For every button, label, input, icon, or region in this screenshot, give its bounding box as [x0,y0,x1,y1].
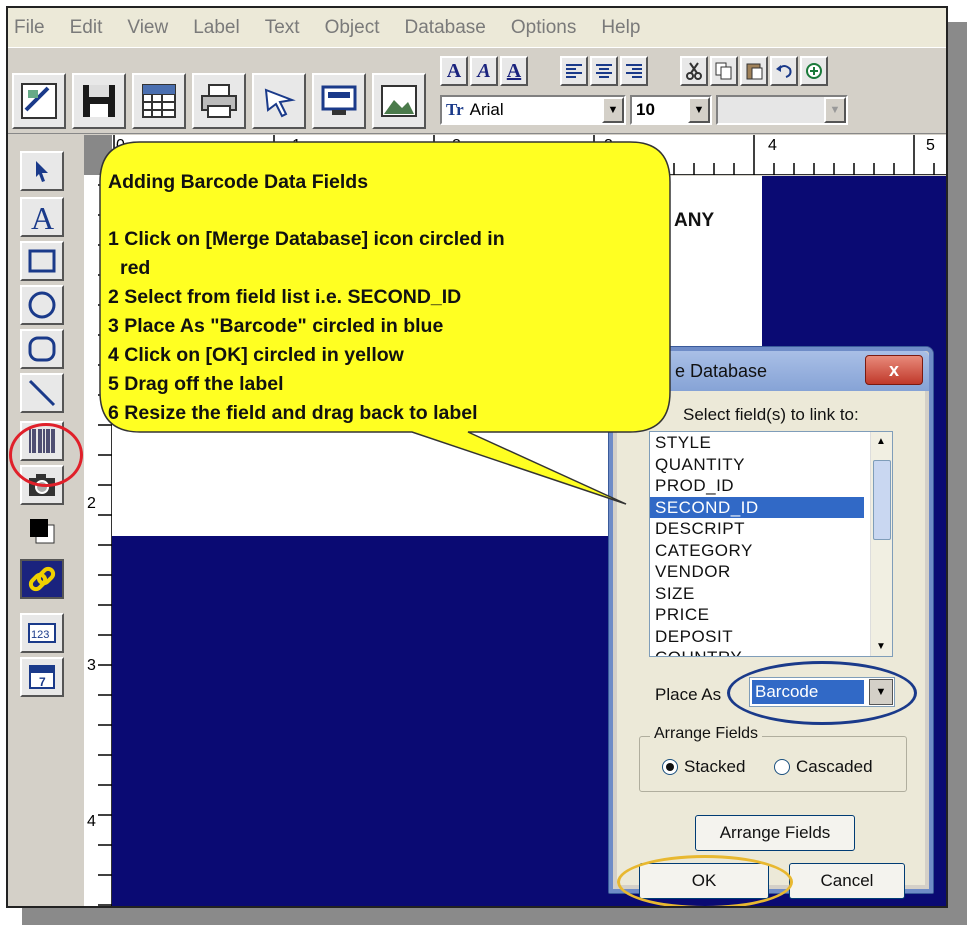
callout-balloon [99,141,671,505]
callout-content: Adding Barcode Data Fields 1 Click on [M… [108,168,668,428]
callout-step-1: 1 Click on [Merge Database] icon circled… [108,228,505,250]
callout-step-4: 4 Click on [OK] circled in yellow [108,344,404,366]
callout-title: Adding Barcode Data Fields [108,171,369,193]
callout-step-5: 5 Drag off the label [108,373,284,395]
callout-step-1-cont: red [120,257,151,279]
callout-step-3: 3 Place As "Barcode" circled in blue [108,315,444,337]
callout-step-6: 6 Resize the field and drag back to labe… [108,402,478,424]
callout-step-2: 2 Select from field list i.e. SECOND_ID [108,286,462,308]
